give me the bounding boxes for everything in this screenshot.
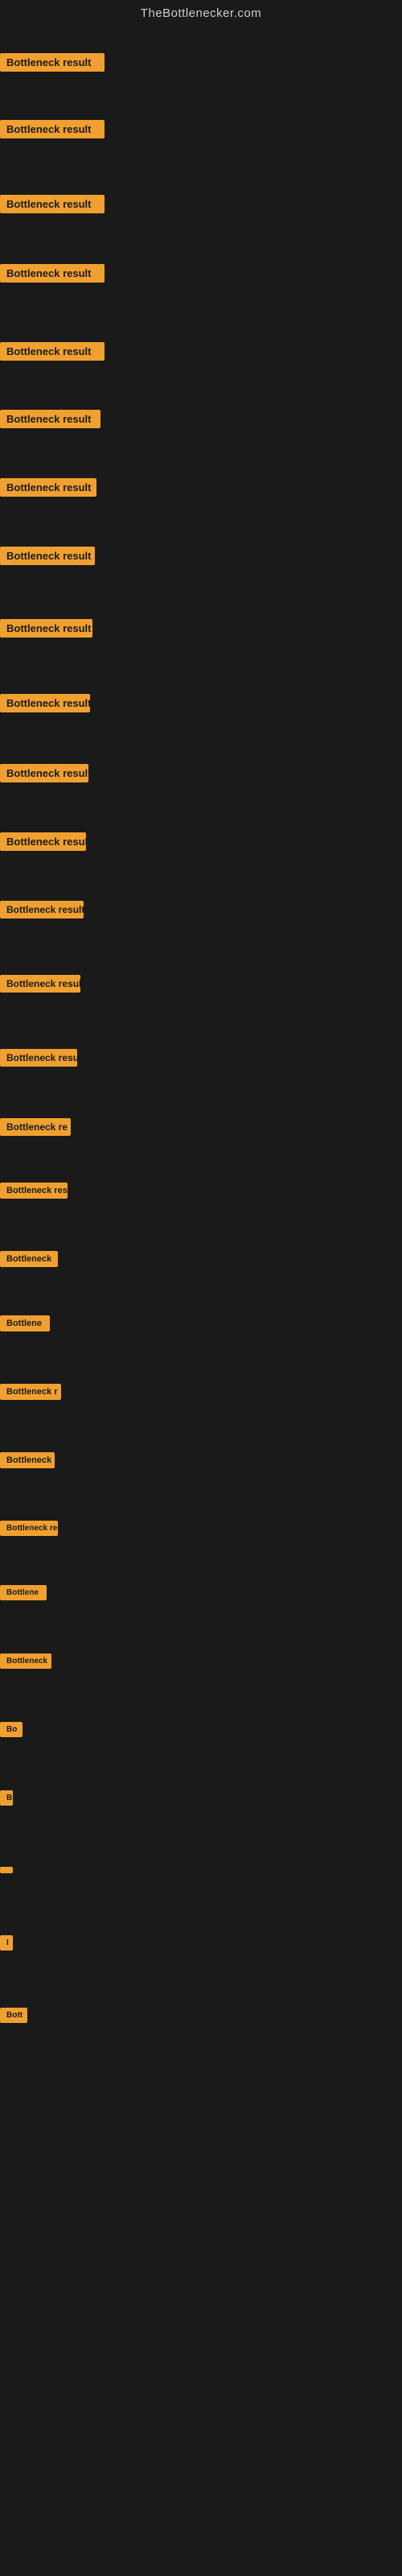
bottleneck-badge: Bottleneck re xyxy=(0,1521,58,1540)
bottleneck-badge: Bottleneck result xyxy=(0,975,80,997)
bottleneck-badge xyxy=(0,1863,13,1877)
bottleneck-badge: Bott xyxy=(0,2008,27,2027)
bottleneck-badge: Bottleneck result xyxy=(0,410,100,432)
bottleneck-badge: Bottleneck r xyxy=(0,1384,61,1404)
bottleneck-badge: Bottleneck result xyxy=(0,1183,68,1203)
bottleneck-badge: Bottleneck result xyxy=(0,53,105,76)
bottleneck-badge: Bottleneck result xyxy=(0,832,86,855)
bottleneck-badge: Bottleneck result xyxy=(0,195,105,217)
bottleneck-badge: I xyxy=(0,1935,13,1955)
bottleneck-badge: Bottleneck result xyxy=(0,1049,77,1071)
bottleneck-badge: Bottleneck result xyxy=(0,764,88,786)
bottleneck-badge: Bottleneck result xyxy=(0,264,105,287)
bottleneck-badge: Bottlene xyxy=(0,1315,50,1335)
bottleneck-badge: Bottleneck result xyxy=(0,120,105,142)
bottleneck-badge: Bottleneck result xyxy=(0,901,84,923)
bottleneck-badge: Bottleneck result xyxy=(0,619,92,642)
bottleneck-badge: Bottleneck result xyxy=(0,694,90,716)
bottleneck-badge: Bottleneck xyxy=(0,1452,55,1472)
bottleneck-badge: B xyxy=(0,1790,13,1810)
bottleneck-badge: Bottleneck xyxy=(0,1251,58,1271)
bottleneck-badge: Bottlene xyxy=(0,1585,47,1604)
site-title: TheBottlenecker.com xyxy=(0,0,402,23)
bottleneck-badge: Bottleneck xyxy=(0,1653,51,1673)
bottleneck-badge: Bottleneck re xyxy=(0,1118,71,1140)
bottleneck-badge: Bottleneck result xyxy=(0,342,105,365)
bottleneck-badge: Bottleneck result xyxy=(0,478,96,501)
bottleneck-badge: Bo xyxy=(0,1722,23,1741)
bottleneck-badge: Bottleneck result xyxy=(0,547,95,569)
